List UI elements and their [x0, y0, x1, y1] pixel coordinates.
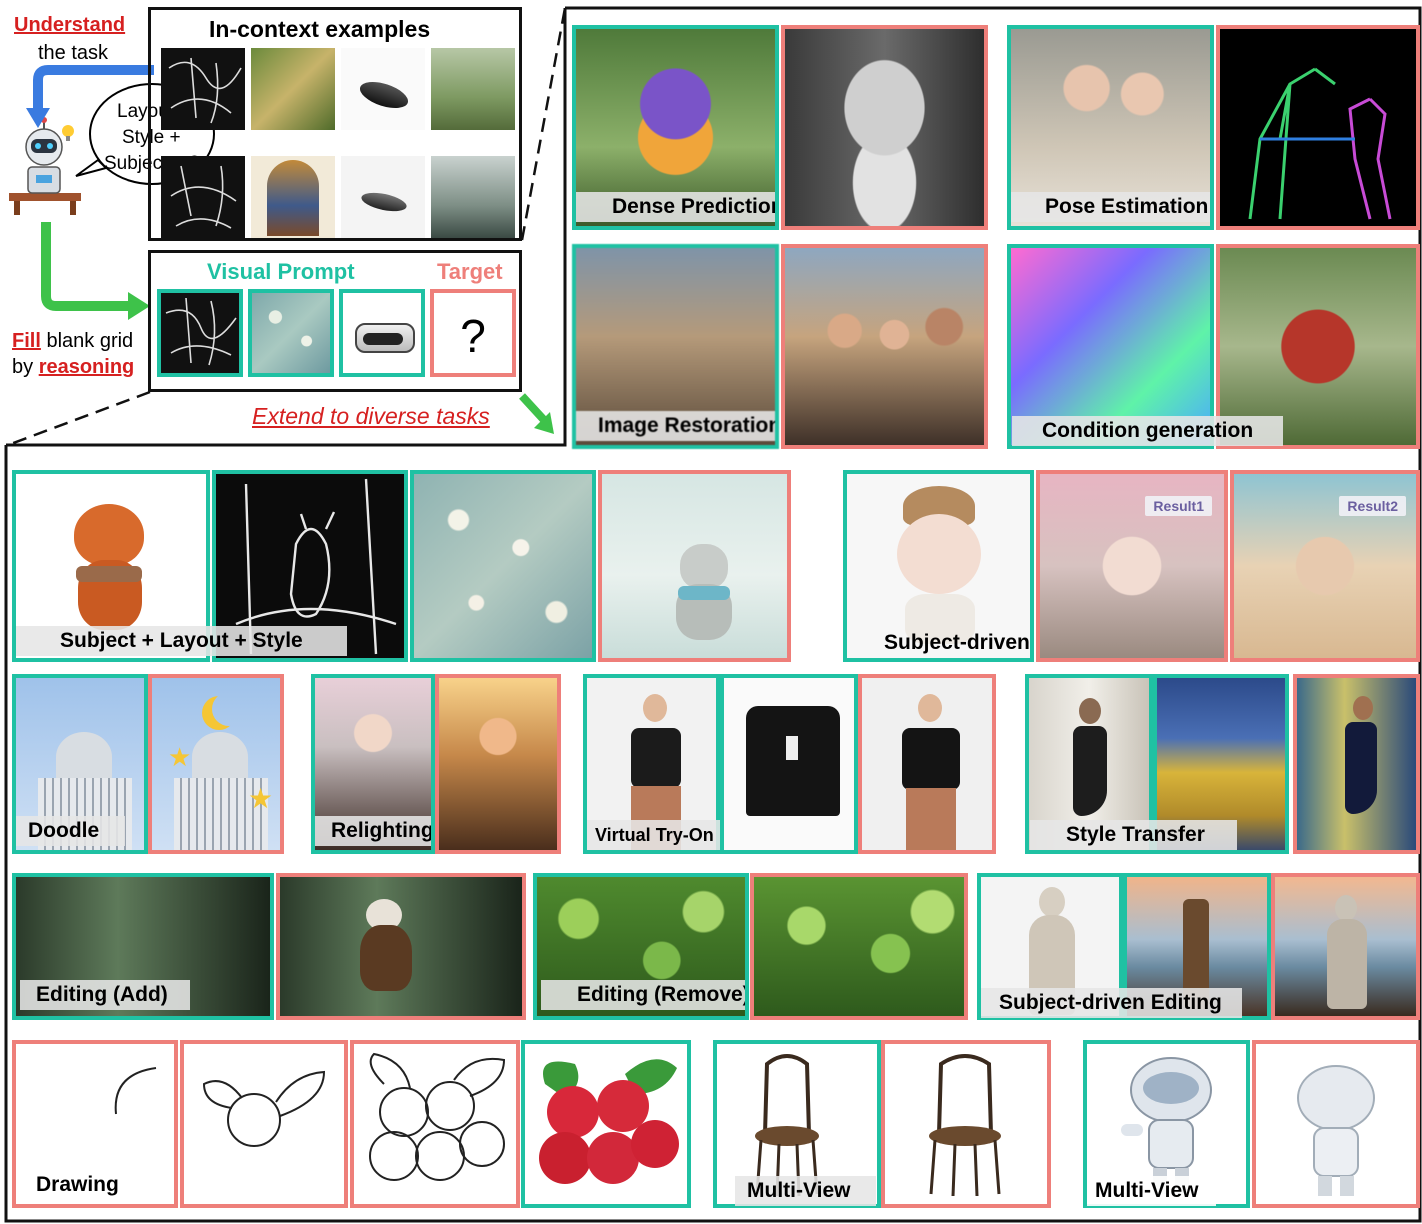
pose-input-couple: Pose Estimation	[1007, 25, 1214, 230]
multiview2-output-robot	[1252, 1040, 1420, 1208]
doodle-output-tower-stars: ★ ★	[148, 674, 284, 854]
subject-edit-label: Subject-driven Editing	[981, 988, 1242, 1018]
pose-label: Pose Estimation	[1011, 192, 1210, 222]
drawing-step-3	[350, 1040, 520, 1208]
edit-remove-output	[750, 873, 968, 1020]
drawing-label: Drawing	[20, 1170, 149, 1200]
dense-label: Dense Prediction	[576, 192, 775, 222]
tryon-label: Virtual Try-On	[587, 820, 720, 850]
multiview2-label: Multi-View	[1087, 1176, 1217, 1206]
doodle-label: Doodle	[16, 816, 126, 846]
subject-edit-output	[1271, 873, 1420, 1020]
style-output-woman	[1293, 674, 1420, 854]
edit-remove-label: Editing (Remove)	[541, 980, 745, 1010]
drawing-step-1: Drawing	[12, 1040, 178, 1208]
restoration-label: Image Restoration	[576, 411, 775, 441]
edit-add-label: Editing (Add)	[20, 980, 190, 1010]
edit-remove-input: Editing (Remove)	[533, 873, 749, 1020]
result2-badge: Result2	[1339, 496, 1406, 516]
star-icon: ★	[168, 742, 192, 772]
relight-output-portrait	[435, 674, 561, 854]
subject-result2: Result2	[1230, 470, 1420, 662]
subject-result1: Result1	[1036, 470, 1228, 662]
edit-add-input: Editing (Add)	[12, 873, 274, 1020]
relight-input-portrait: Relighting	[311, 674, 435, 854]
multiview1-output-chair	[881, 1040, 1051, 1208]
moon-icon	[212, 692, 246, 726]
dense-output-depth	[781, 25, 988, 230]
sls-style-painting	[410, 470, 596, 662]
restoration-output-sharp	[781, 244, 988, 449]
doodle-input-tower: Doodle	[12, 674, 148, 854]
edit-add-output	[276, 873, 526, 1020]
subject-driven-label: Subject-driven	[884, 631, 1030, 654]
sls-label: Subject + Layout + Style	[16, 626, 347, 656]
drawing-step-2	[180, 1040, 348, 1208]
restoration-input-blurry: Image Restoration	[572, 244, 779, 449]
tryon-output-model	[858, 674, 996, 854]
drawing-output-berries	[521, 1040, 691, 1208]
style-transfer-label: Style Transfer	[1030, 820, 1237, 850]
sls-output-fox	[598, 470, 791, 662]
result1-badge: Result1	[1145, 496, 1212, 516]
condition-label: Condition generation	[1012, 416, 1284, 446]
pose-output-skeleton	[1216, 25, 1420, 230]
relight-label: Relighting	[315, 816, 431, 846]
tryon-garment	[720, 674, 858, 854]
multiview1-label: Multi-View	[735, 1176, 877, 1206]
star-icon-2: ★	[248, 783, 274, 814]
dense-input-lion: Dense Prediction	[572, 25, 779, 230]
